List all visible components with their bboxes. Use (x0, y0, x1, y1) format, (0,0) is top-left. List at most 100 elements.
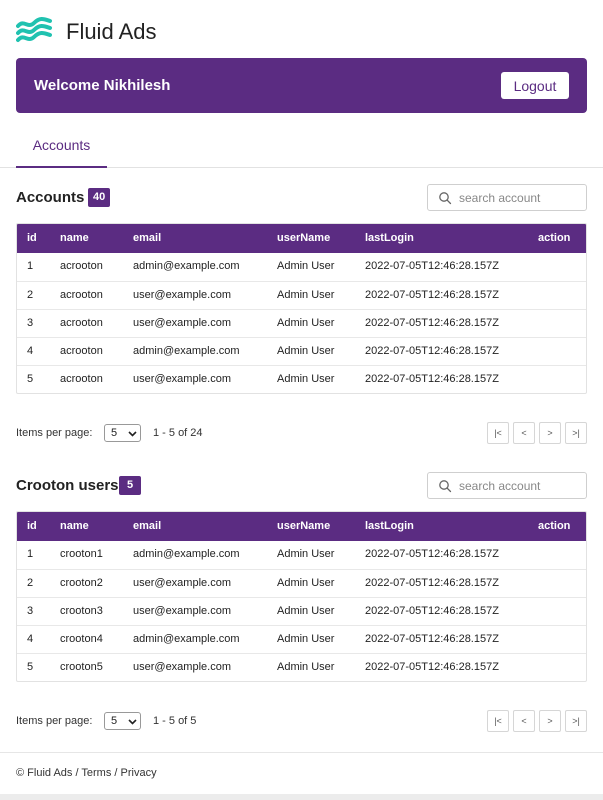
cell-email: admin@example.com (133, 633, 240, 645)
table-row[interactable]: 1 acrooton admin@example.com Admin User 2022… (17, 253, 586, 281)
cell-lastlogin: 2022-07-05T12:46:28.157Z (365, 345, 499, 357)
accounts-search-input[interactable] (459, 190, 579, 205)
cell-name: acrooton (60, 260, 103, 272)
accounts-table: id name email userName lastLogin action … (16, 223, 587, 394)
cell-name: acrooton (60, 373, 103, 385)
cell-lastlogin: 2022-07-05T12:46:28.157Z (365, 317, 499, 329)
cell-name: acrooton (60, 345, 103, 357)
col-header-name[interactable]: name (60, 512, 89, 541)
cell-lastlogin: 2022-07-05T12:46:28.157Z (365, 373, 499, 385)
footer-privacy-link[interactable]: Privacy (121, 767, 157, 779)
cell-name: acrooton (60, 289, 103, 301)
cell-email: admin@example.com (133, 260, 240, 272)
cell-name: crooton5 (60, 661, 103, 673)
chevron-down-icon (128, 719, 137, 725)
last-page-button[interactable]: >| (565, 710, 587, 732)
accounts-title: Accounts (16, 189, 85, 206)
fluid-ads-logo-icon (16, 17, 52, 42)
col-header-email[interactable]: email (133, 224, 161, 253)
cell-email: user@example.com (133, 373, 231, 385)
items-per-page-label: Items per page: (16, 427, 93, 439)
logout-button[interactable]: Logout (501, 72, 569, 99)
cell-lastlogin: 2022-07-05T12:46:28.157Z (365, 260, 499, 272)
accounts-paginator: Items per page: 5 1 - 5 of 24 |< < > >| (16, 422, 587, 444)
last-page-button[interactable]: >| (565, 422, 587, 444)
col-header-username[interactable]: userName (277, 512, 330, 541)
cell-id: 1 (27, 548, 34, 560)
crooton-users-search-box[interactable] (427, 472, 587, 499)
welcome-text: Welcome Nikhilesh (34, 77, 171, 94)
tab-accounts[interactable]: Accounts (16, 128, 107, 168)
col-header-id[interactable]: id (27, 224, 37, 253)
table-header-row: id name email userName lastLogin action (17, 224, 586, 253)
cell-id: 5 (27, 373, 34, 385)
col-header-id[interactable]: id (27, 512, 37, 541)
cell-name: acrooton (60, 317, 103, 329)
cell-email: user@example.com (133, 317, 231, 329)
next-page-button[interactable]: > (539, 422, 561, 444)
items-per-page-select[interactable]: 5 (104, 712, 141, 730)
accounts-search-box[interactable] (427, 184, 587, 211)
cell-email: admin@example.com (133, 548, 240, 560)
table-row[interactable]: 1 crooton1 admin@example.com Admin User 2022… (17, 541, 586, 569)
col-header-action: action (538, 232, 571, 244)
welcome-bar: Welcome Nikhilesh Logout (16, 58, 587, 113)
cell-lastlogin: 2022-07-05T12:46:28.157Z (365, 661, 499, 673)
cell-id: 5 (27, 661, 34, 673)
col-header-username[interactable]: userName (277, 224, 330, 253)
prev-page-button[interactable]: < (513, 422, 535, 444)
table-row[interactable]: 4 crooton4 admin@example.com Admin User 2022… (17, 625, 586, 653)
table-row[interactable]: 2 crooton2 user@example.com Admin User 2022-… (17, 569, 586, 597)
cell-username: Admin User (277, 289, 335, 301)
app-header: Fluid Ads (16, 14, 157, 50)
col-header-lastlogin[interactable]: lastLogin (365, 512, 414, 541)
cell-email: user@example.com (133, 289, 231, 301)
crooton-users-search-input[interactable] (459, 478, 579, 493)
items-per-page-select[interactable]: 5 (104, 424, 141, 442)
cell-id: 3 (27, 605, 34, 617)
col-header-lastlogin[interactable]: lastLogin (365, 224, 414, 253)
footer-separator: / (114, 767, 118, 779)
search-icon (439, 191, 452, 204)
search-icon (439, 479, 452, 492)
table-row[interactable]: 4 acrooton admin@example.com Admin User 2022… (17, 337, 586, 365)
cell-name: crooton3 (60, 605, 103, 617)
cell-lastlogin: 2022-07-05T12:46:28.157Z (365, 633, 499, 645)
chevron-down-icon (128, 431, 137, 437)
first-page-button[interactable]: |< (487, 422, 509, 444)
cell-lastlogin: 2022-07-05T12:46:28.157Z (365, 577, 499, 589)
tab-bar: Accounts (0, 128, 603, 168)
crooton-users-count-badge: 5 (119, 476, 141, 495)
crooton-users-paginator: Items per page: 5 1 - 5 of 5 |< < > >| (16, 710, 587, 732)
table-row[interactable]: 3 acrooton user@example.com Admin User 2022-… (17, 309, 586, 337)
cell-id: 4 (27, 633, 34, 645)
col-header-email[interactable]: email (133, 512, 161, 541)
first-page-button[interactable]: |< (487, 710, 509, 732)
cell-name: crooton2 (60, 577, 103, 589)
cell-lastlogin: 2022-07-05T12:46:28.157Z (365, 605, 499, 617)
table-row[interactable]: 2 acrooton user@example.com Admin User 2022-… (17, 281, 586, 309)
crooton-users-table-body: 1 crooton1 admin@example.com Admin User 2022… (17, 541, 586, 681)
table-header-row: id name email userName lastLogin action (17, 512, 586, 541)
cell-email: admin@example.com (133, 345, 240, 357)
crooton-users-table: id name email userName lastLogin action … (16, 511, 587, 682)
col-header-name[interactable]: name (60, 224, 89, 253)
footer-terms-link[interactable]: Terms (81, 767, 111, 779)
cell-id: 2 (27, 577, 34, 589)
cell-username: Admin User (277, 577, 335, 589)
bottom-strip (0, 794, 603, 800)
table-row[interactable]: 5 acrooton user@example.com Admin User 2022-… (17, 365, 586, 393)
cell-username: Admin User (277, 260, 335, 272)
cell-username: Admin User (277, 345, 335, 357)
page-range-label: 1 - 5 of 5 (153, 715, 197, 727)
prev-page-button[interactable]: < (513, 710, 535, 732)
cell-id: 1 (27, 260, 34, 272)
crooton-users-section-header: Crooton users 5 (16, 472, 587, 500)
next-page-button[interactable]: > (539, 710, 561, 732)
cell-username: Admin User (277, 548, 335, 560)
cell-lastlogin: 2022-07-05T12:46:28.157Z (365, 548, 499, 560)
table-row[interactable]: 3 crooton3 user@example.com Admin User 2022-… (17, 597, 586, 625)
table-row[interactable]: 5 crooton5 user@example.com Admin User 2022-… (17, 653, 586, 681)
accounts-section: Accounts 40 id name email userName lastL… (16, 184, 587, 444)
accounts-table-body: 1 acrooton admin@example.com Admin User 2022… (17, 253, 586, 393)
